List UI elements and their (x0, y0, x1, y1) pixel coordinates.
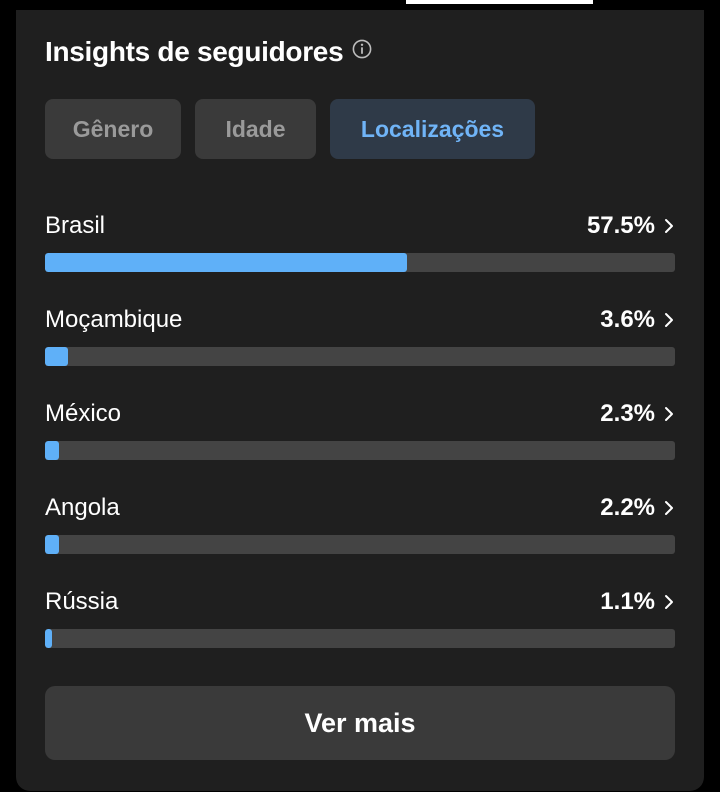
location-row[interactable]: Rússia 1.1% (45, 581, 675, 675)
progress-fill (45, 629, 52, 648)
chevron-right-icon (665, 313, 673, 327)
card-title: Insights de seguidores (45, 36, 344, 67)
progress-fill (45, 441, 60, 460)
location-row[interactable]: Moçambique 3.6% (45, 299, 675, 393)
insight-tabs: Gênero Idade Localizações (45, 99, 535, 159)
location-row[interactable]: Angola 2.2% (45, 487, 675, 581)
progress-fill (45, 347, 68, 366)
location-value-group: 2.2% (600, 494, 675, 522)
progress-track (45, 535, 675, 554)
location-value-group: 3.6% (600, 306, 675, 334)
location-name: Rússia (45, 588, 119, 615)
location-row[interactable]: México 2.3% (45, 393, 675, 487)
tab-age[interactable]: Idade (195, 99, 316, 159)
tab-gender[interactable]: Gênero (45, 99, 181, 159)
progress-track (45, 253, 675, 272)
location-name: Moçambique (45, 306, 183, 333)
location-name: México (45, 400, 122, 427)
location-name: Angola (45, 494, 120, 521)
chevron-right-icon (665, 501, 673, 515)
progress-track (45, 629, 675, 648)
location-value-group: 57.5% (587, 212, 675, 240)
location-name: Brasil (45, 212, 106, 239)
tab-locations[interactable]: Localizações (330, 99, 535, 159)
progress-fill (45, 535, 59, 554)
location-percent: 57.5% (586, 212, 655, 239)
location-percent: 3.6% (600, 306, 655, 333)
chevron-right-icon (665, 407, 673, 421)
card-header: Insights de seguidores (45, 36, 372, 68)
chevron-right-icon (665, 219, 673, 233)
top-bar (0, 0, 720, 10)
location-value-group: 1.1% (600, 588, 675, 616)
location-percent: 1.1% (600, 588, 655, 615)
locations-list: Brasil 57.5% Moçambique 3.6% México 2.3%… (45, 205, 675, 675)
location-row[interactable]: Brasil 57.5% (45, 205, 675, 299)
location-value-group: 2.3% (600, 400, 675, 428)
see-more-button[interactable]: Ver mais (45, 686, 675, 760)
location-percent: 2.3% (600, 400, 655, 427)
progress-track (45, 441, 675, 460)
active-page-indicator (406, 0, 593, 4)
progress-fill (45, 253, 408, 272)
location-percent: 2.2% (600, 494, 655, 521)
info-circle-icon[interactable] (352, 39, 372, 59)
chevron-right-icon (665, 595, 673, 609)
progress-track (45, 347, 675, 366)
